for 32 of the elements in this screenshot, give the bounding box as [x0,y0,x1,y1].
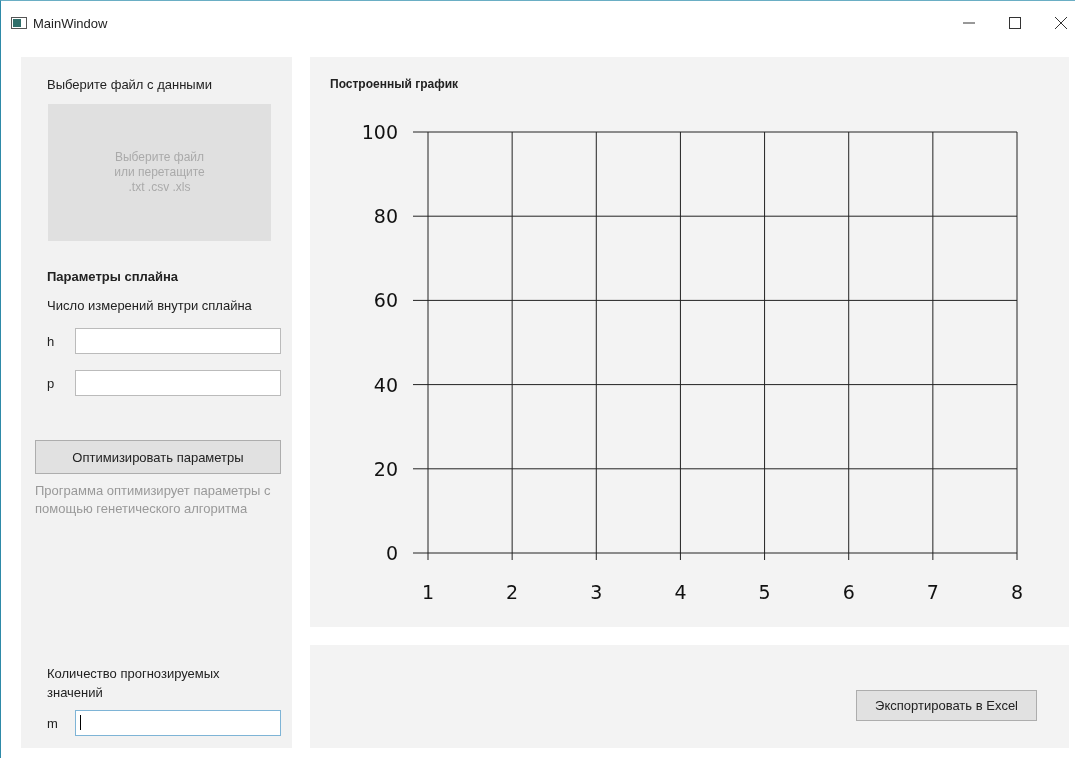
x-tick-label: 4 [674,581,687,603]
x-tick-label: 8 [1010,581,1024,603]
y-tick-label: 80 [373,205,398,228]
export-button[interactable]: Экспортировать в Excel [856,690,1037,721]
window-title: MainWindow [33,15,108,31]
x-tick-label: 7 [926,581,939,603]
field-label: h [46,333,56,349]
x-tick-label: 2 [506,581,519,603]
forecast-label: Количество прогнозируемых значений [46,665,221,702]
input-field[interactable] [75,328,281,354]
y-tick-label: 100 [361,121,398,143]
x-tick-label: 1 [421,581,435,603]
y-tick-label: 40 [373,373,398,396]
spline-subheading: Число измерений внутри сплайна [46,298,253,313]
y-tick-label: 60 [373,289,398,312]
chart-title: Построенный график [330,77,459,93]
spline-heading: Параметры сплайна [46,269,180,284]
y-tick-label: 20 [373,457,398,480]
field-label: m [46,715,59,731]
x-tick-label: 6 [842,581,855,603]
close-icon[interactable] [1055,17,1067,29]
window-icon [11,17,27,29]
optimize-button[interactable]: Оптимизировать параметры [35,440,281,474]
optimize-note: Программа оптимизирует параметры с помощью генетического алгоритма [35,482,272,518]
field-label: p [46,375,56,391]
x-tick-label: 5 [758,581,771,603]
file-label: Выберите файл с данными [46,77,213,92]
x-tick-label: 3 [590,581,603,603]
maximize-icon[interactable] [1009,17,1021,29]
y-tick-label: 0 [385,542,398,564]
input-field[interactable] [75,370,281,396]
input-field[interactable] [75,710,281,736]
